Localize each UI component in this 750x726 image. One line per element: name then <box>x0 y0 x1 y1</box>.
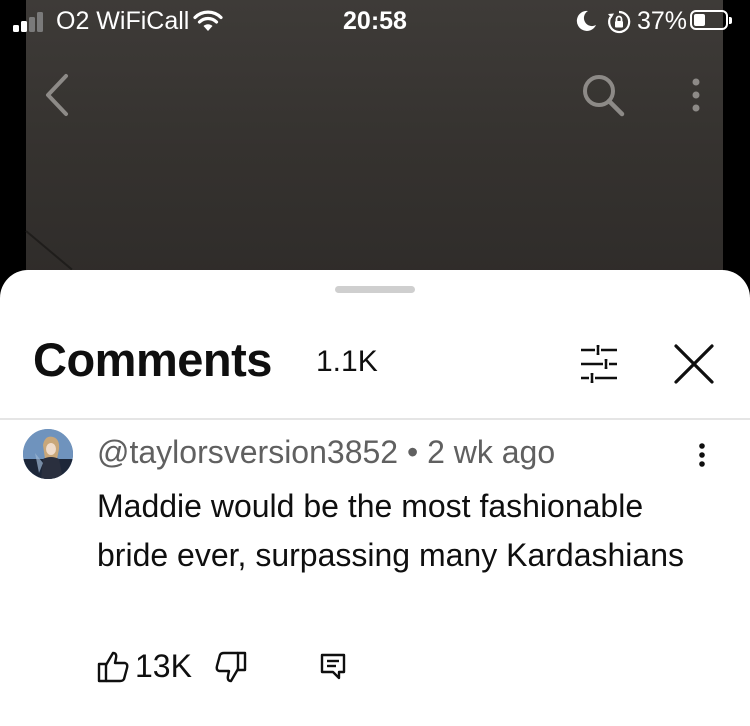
moon-icon <box>576 10 596 31</box>
comments-sheet: Comments 1.1K @taylorsversion3852 • 2 wk… <box>0 270 750 726</box>
screen: O2 WiFiCall 20:58 37% Comments 1.1K @tay… <box>0 0 750 726</box>
back-icon[interactable] <box>38 72 74 118</box>
drag-handle[interactable] <box>335 286 415 293</box>
header-divider <box>0 418 750 420</box>
comment-age: 2 wk ago <box>427 434 556 470</box>
meta-separator: • <box>406 434 419 470</box>
reply-icon[interactable] <box>319 652 347 682</box>
search-icon[interactable] <box>580 72 626 118</box>
battery-icon <box>690 10 732 30</box>
comment-author[interactable]: @taylorsversion3852 <box>97 434 398 470</box>
video-player[interactable] <box>25 0 723 300</box>
more-vertical-icon[interactable] <box>694 442 710 472</box>
like-count: 13K <box>135 648 192 684</box>
video-frame-detail <box>25 230 73 271</box>
comment-meta: @taylorsversion3852 • 2 wk ago <box>97 434 555 471</box>
status-bar: O2 WiFiCall 20:58 37% <box>0 0 750 44</box>
avatar-image <box>23 429 73 479</box>
thumbs-down-icon[interactable] <box>215 650 247 684</box>
comment-text: Maddie would be the most fashionable bri… <box>97 488 684 573</box>
comments-count: 1.1K <box>316 345 378 378</box>
rotation-lock-icon <box>608 10 631 34</box>
battery-level <box>694 14 705 26</box>
avatar[interactable] <box>23 429 73 479</box>
battery-percent: 37% <box>637 7 688 35</box>
filter-icon[interactable] <box>578 344 620 384</box>
comments-title: Comments <box>33 333 272 386</box>
more-vertical-icon[interactable] <box>684 74 708 118</box>
close-icon[interactable] <box>672 342 716 386</box>
thumbs-up-icon[interactable] <box>97 650 129 684</box>
